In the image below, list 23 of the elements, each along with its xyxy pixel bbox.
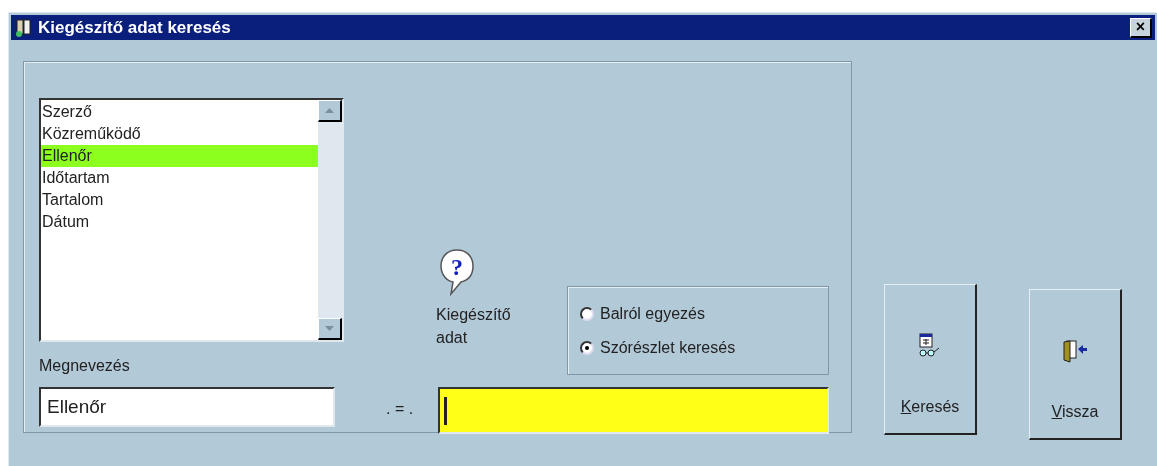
down-arrow-icon [325, 326, 334, 331]
value-field[interactable] [438, 387, 829, 434]
field-label: Kiegészítő adat [436, 305, 512, 348]
scrollbar[interactable] [318, 100, 342, 340]
field-label: Megnevezés [39, 356, 130, 376]
search-button[interactable]: Keresés [884, 284, 977, 435]
radio-option[interactable]: Szórészlet keresés [580, 335, 828, 360]
back-button[interactable]: Vissza [1029, 289, 1122, 440]
door-exit-icon [1062, 338, 1088, 364]
operator-label: . = . [386, 399, 414, 419]
list-item[interactable]: Ellenőr [41, 145, 318, 167]
name-field[interactable]: Ellenőr [39, 387, 335, 427]
radio-button[interactable] [580, 340, 594, 355]
window-title: Kiegészítő adat keresés [38, 16, 231, 39]
scroll-up-button[interactable] [318, 100, 342, 122]
book-icon [14, 17, 34, 38]
close-button[interactable]: × [1130, 17, 1152, 38]
radio-option[interactable]: Balról egyezés [580, 301, 828, 326]
text-cursor [444, 396, 447, 425]
help-bubble-icon: ? [439, 248, 475, 298]
up-arrow-icon [325, 108, 334, 113]
scroll-down-button[interactable] [318, 318, 342, 340]
radio-button[interactable] [580, 306, 594, 321]
